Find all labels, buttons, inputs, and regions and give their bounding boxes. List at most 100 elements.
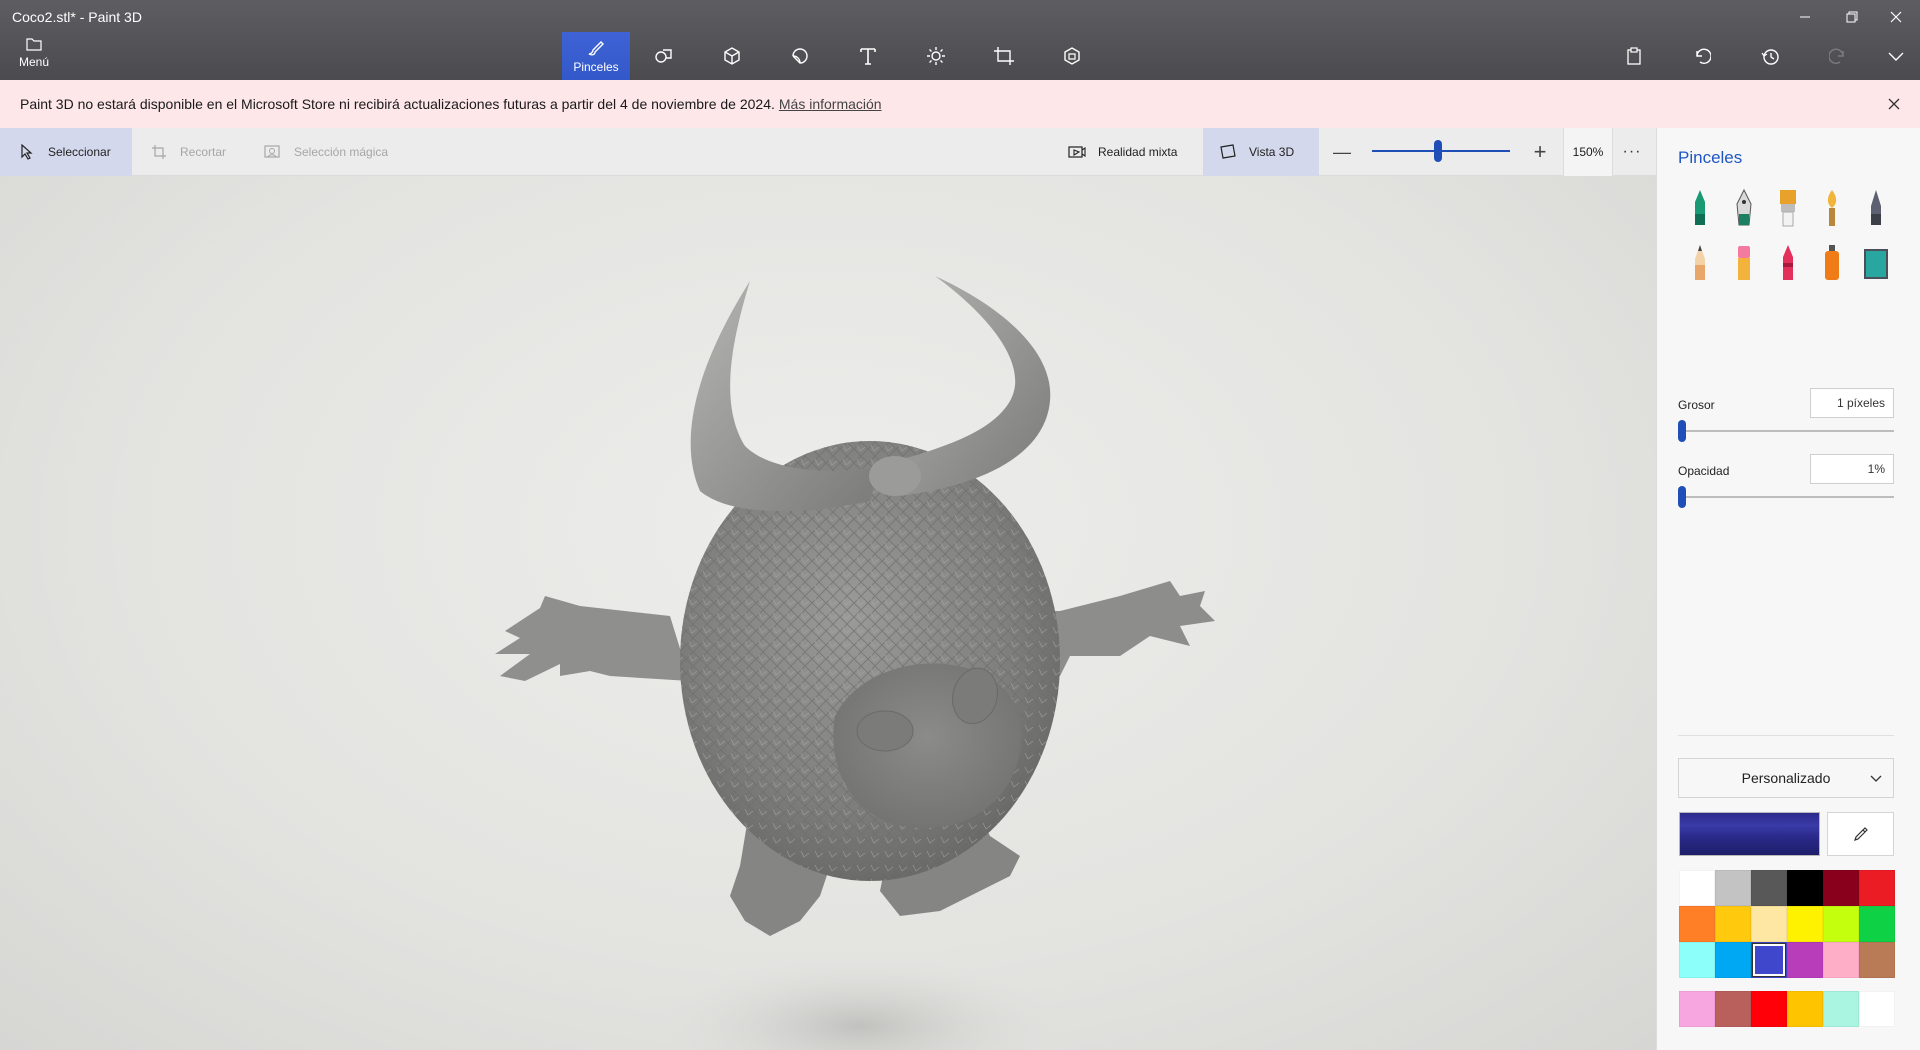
color-swatch[interactable] — [1679, 870, 1715, 906]
window-title: Coco2.stl* - Paint 3D — [12, 9, 142, 25]
color-swatch[interactable] — [1751, 942, 1787, 978]
expand-ribbon-button[interactable] — [1876, 38, 1916, 74]
pencil-icon — [1695, 245, 1705, 280]
custom-color-swatch[interactable] — [1787, 991, 1823, 1027]
tab-3d-shapes[interactable] — [698, 32, 766, 80]
eyedropper-button[interactable] — [1827, 812, 1894, 856]
tab-stickers[interactable] — [766, 32, 834, 80]
color-swatch[interactable] — [1787, 870, 1823, 906]
zoom-out-button[interactable]: — — [1330, 140, 1354, 164]
select-button[interactable]: Seleccionar — [0, 128, 132, 176]
color-swatch-grid — [1679, 870, 1895, 978]
color-swatch[interactable] — [1715, 870, 1751, 906]
tab-text[interactable] — [834, 32, 902, 80]
tab-3d-library[interactable] — [1038, 32, 1106, 80]
folder-icon — [26, 38, 42, 51]
zoom-slider-thumb[interactable] — [1434, 140, 1443, 162]
panel-divider — [1678, 735, 1894, 736]
redo-button[interactable] — [1818, 38, 1858, 74]
palette-dropdown[interactable]: Personalizado — [1678, 758, 1894, 798]
title-and-ribbon-bar: Coco2.stl* - Paint 3D Menú Pinceles — [0, 0, 1920, 80]
more-options-button[interactable]: ··· — [1618, 140, 1646, 164]
zoom-in-button[interactable]: + — [1528, 139, 1552, 164]
brush-eraser[interactable] — [1726, 241, 1762, 285]
custom-color-swatch[interactable] — [1859, 991, 1895, 1027]
brush-marker[interactable] — [1682, 186, 1718, 230]
opacity-slider-track[interactable] — [1678, 496, 1894, 498]
color-swatch[interactable] — [1859, 906, 1895, 942]
thickness-input[interactable]: 1 píxeles — [1810, 388, 1894, 418]
crayon-icon — [1783, 245, 1793, 280]
color-swatch[interactable] — [1823, 870, 1859, 906]
opacity-slider-thumb[interactable] — [1678, 486, 1686, 508]
brush-crayon[interactable] — [1770, 241, 1806, 285]
color-swatch[interactable] — [1715, 906, 1751, 942]
tab-2d-shapes[interactable] — [630, 32, 698, 80]
crop-button[interactable]: Recortar — [146, 128, 226, 176]
custom-color-swatch[interactable] — [1715, 991, 1751, 1027]
undo-button[interactable] — [1682, 38, 1722, 74]
color-swatch[interactable] — [1715, 942, 1751, 978]
history-button[interactable] — [1750, 38, 1790, 74]
thickness-label: Grosor — [1678, 398, 1715, 412]
zoom-level[interactable]: 150% — [1563, 128, 1613, 176]
brush-pixel-pen[interactable] — [1858, 186, 1894, 230]
color-swatch[interactable] — [1751, 906, 1787, 942]
menu-button[interactable]: Menú — [8, 36, 60, 76]
thickness-slider-track[interactable] — [1678, 430, 1894, 432]
mixed-reality-button[interactable]: Realidad mixta — [1066, 128, 1177, 176]
thickness-slider-thumb[interactable] — [1678, 420, 1686, 442]
sun-icon — [927, 47, 945, 65]
custom-color-swatch[interactable] — [1823, 991, 1859, 1027]
3d-model-monster[interactable] — [0, 176, 1656, 1050]
canvas-3d-viewport[interactable] — [0, 176, 1656, 1050]
color-swatch[interactable] — [1751, 870, 1787, 906]
cursor-icon — [16, 141, 38, 163]
color-swatch[interactable] — [1823, 942, 1859, 978]
opacity-input[interactable]: 1% — [1810, 454, 1894, 484]
tab-canvas[interactable] — [970, 32, 1038, 80]
cube-icon — [724, 47, 740, 65]
eraser-icon — [1738, 246, 1750, 280]
notice-close-button[interactable] — [1884, 94, 1904, 114]
close-icon — [1890, 11, 1902, 23]
custom-color-swatch[interactable] — [1751, 991, 1787, 1027]
brush-fill[interactable] — [1858, 241, 1894, 285]
eyedropper-icon — [1853, 827, 1868, 841]
brush-calligraphy-pen[interactable] — [1726, 186, 1762, 230]
brushes-panel: Pinceles Grosor 1 píxeles Opacidad 1% Pe… — [1656, 128, 1920, 1050]
brush-oil[interactable] — [1770, 186, 1806, 230]
color-swatch[interactable] — [1787, 906, 1823, 942]
fill-bucket-icon — [1864, 249, 1888, 279]
marker-icon — [1695, 190, 1705, 225]
spray-can-icon — [1825, 245, 1839, 280]
more-info-link[interactable]: Más información — [779, 96, 882, 112]
close-icon — [1888, 98, 1900, 110]
brush-spray-can[interactable] — [1814, 241, 1850, 285]
custom-color-swatch[interactable] — [1679, 991, 1715, 1027]
color-swatch[interactable] — [1823, 906, 1859, 942]
color-swatch[interactable] — [1787, 942, 1823, 978]
color-swatch[interactable] — [1859, 870, 1895, 906]
tab-effects[interactable] — [902, 32, 970, 80]
sticker-icon — [792, 48, 808, 64]
current-color-swatch[interactable] — [1679, 812, 1820, 856]
select-label: Seleccionar — [48, 145, 111, 159]
crop-label: Recortar — [180, 145, 227, 159]
color-swatch[interactable] — [1679, 906, 1715, 942]
magic-select-button[interactable]: Selección mágica — [262, 128, 388, 176]
view-3d-toggle[interactable]: Vista 3D — [1203, 128, 1319, 176]
tab-brushes[interactable]: Pinceles — [562, 32, 630, 80]
brush-watercolor[interactable] — [1814, 186, 1850, 230]
brush-pencil[interactable] — [1682, 241, 1718, 285]
text-icon — [860, 48, 876, 65]
mixed-reality-label: Realidad mixta — [1098, 145, 1178, 159]
color-swatch[interactable] — [1679, 942, 1715, 978]
minimize-icon — [1800, 16, 1810, 18]
paste-button[interactable] — [1614, 38, 1654, 74]
palette-dropdown-label: Personalizado — [1741, 770, 1831, 786]
close-window-button[interactable] — [1866, 0, 1920, 34]
custom-swatch-row — [1679, 991, 1895, 1027]
color-swatch[interactable] — [1859, 942, 1895, 978]
view-3d-label: Vista 3D — [1249, 145, 1295, 159]
